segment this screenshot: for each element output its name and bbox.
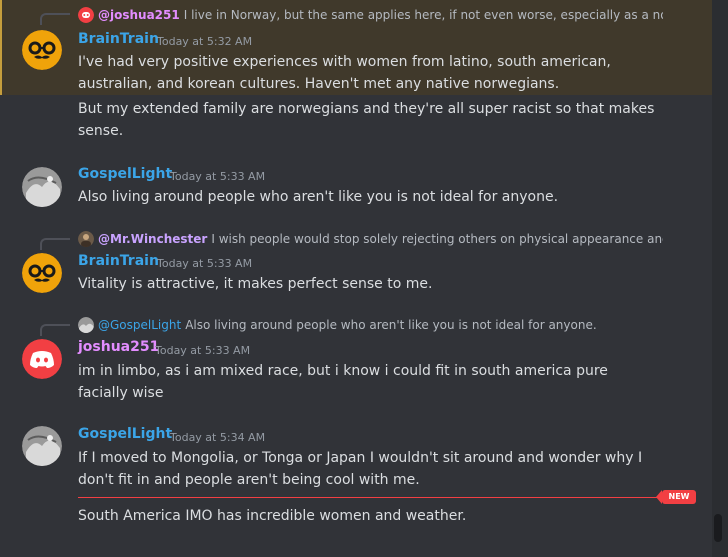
timestamp: Today at 5:33 AM — [157, 257, 253, 270]
reply-preview[interactable]: @Mr.Winchester I wish people would stop … — [78, 230, 663, 248]
avatar[interactable] — [22, 426, 62, 466]
author-name[interactable]: GospelLight — [78, 166, 172, 182]
message-text: If I moved to Mongolia, or Tonga or Japa… — [78, 450, 643, 488]
user-avatar-mini-icon — [78, 317, 94, 333]
avatar[interactable] — [22, 167, 62, 207]
avatar[interactable] — [22, 30, 62, 70]
timestamp: Today at 5:33 AM — [155, 344, 251, 357]
reply-author[interactable]: @joshua251 — [98, 8, 180, 22]
scrollbar-thumb[interactable] — [714, 514, 722, 542]
avatar[interactable] — [22, 253, 62, 293]
message-text: But my extended family are norwegians an… — [78, 101, 655, 139]
reply-connector — [40, 324, 70, 336]
reply-text: I live in Norway, but the same applies h… — [183, 8, 663, 22]
reply-text: Also living around people who aren't lik… — [185, 318, 597, 332]
reply-preview[interactable]: @joshua251 I live in Norway, but the sam… — [78, 6, 663, 24]
reply-connector — [40, 238, 70, 250]
reply-connector — [40, 13, 70, 25]
chat-message-list[interactable]: @joshua251 I live in Norway, but the sam… — [0, 0, 728, 557]
author-name[interactable]: joshua251 — [78, 339, 159, 355]
user-avatar-mini-icon — [78, 231, 94, 247]
message-line: australian, and korean cultures. Haven't… — [78, 76, 560, 92]
timestamp: Today at 5:32 AM — [157, 35, 253, 48]
author-name[interactable]: BrainTrain — [78, 31, 159, 47]
new-badge: NEW — [656, 490, 696, 504]
reply-preview[interactable]: @GospelLight Also living around people w… — [78, 316, 597, 334]
timestamp: Today at 5:34 AM — [170, 431, 266, 444]
reply-author[interactable]: @Mr.Winchester — [98, 232, 207, 246]
author-name[interactable]: GospelLight — [78, 426, 172, 442]
message-text: im in limbo, as i am mixed race, but i k… — [78, 363, 608, 401]
message-text: South America IMO has incredible women a… — [78, 508, 467, 524]
new-messages-divider — [78, 497, 696, 498]
reply-text: I wish people would stop solely rejectin… — [211, 232, 663, 246]
message-group[interactable]: @joshua251 I live in Norway, but the sam… — [0, 0, 714, 95]
timestamp: Today at 5:33 AM — [170, 170, 266, 183]
message-line: I've had very positive experiences with … — [78, 54, 611, 70]
scrollbar-track[interactable] — [712, 0, 728, 557]
author-name[interactable]: BrainTrain — [78, 253, 159, 269]
message-text: I've had very positive experiences with … — [78, 51, 668, 95]
discord-avatar-mini-icon — [78, 7, 94, 23]
message-text: Vitality is attractive, it makes perfect… — [78, 276, 433, 292]
reply-author[interactable]: @GospelLight — [98, 318, 181, 332]
message-text: Also living around people who aren't lik… — [78, 189, 559, 205]
avatar[interactable] — [22, 339, 62, 379]
